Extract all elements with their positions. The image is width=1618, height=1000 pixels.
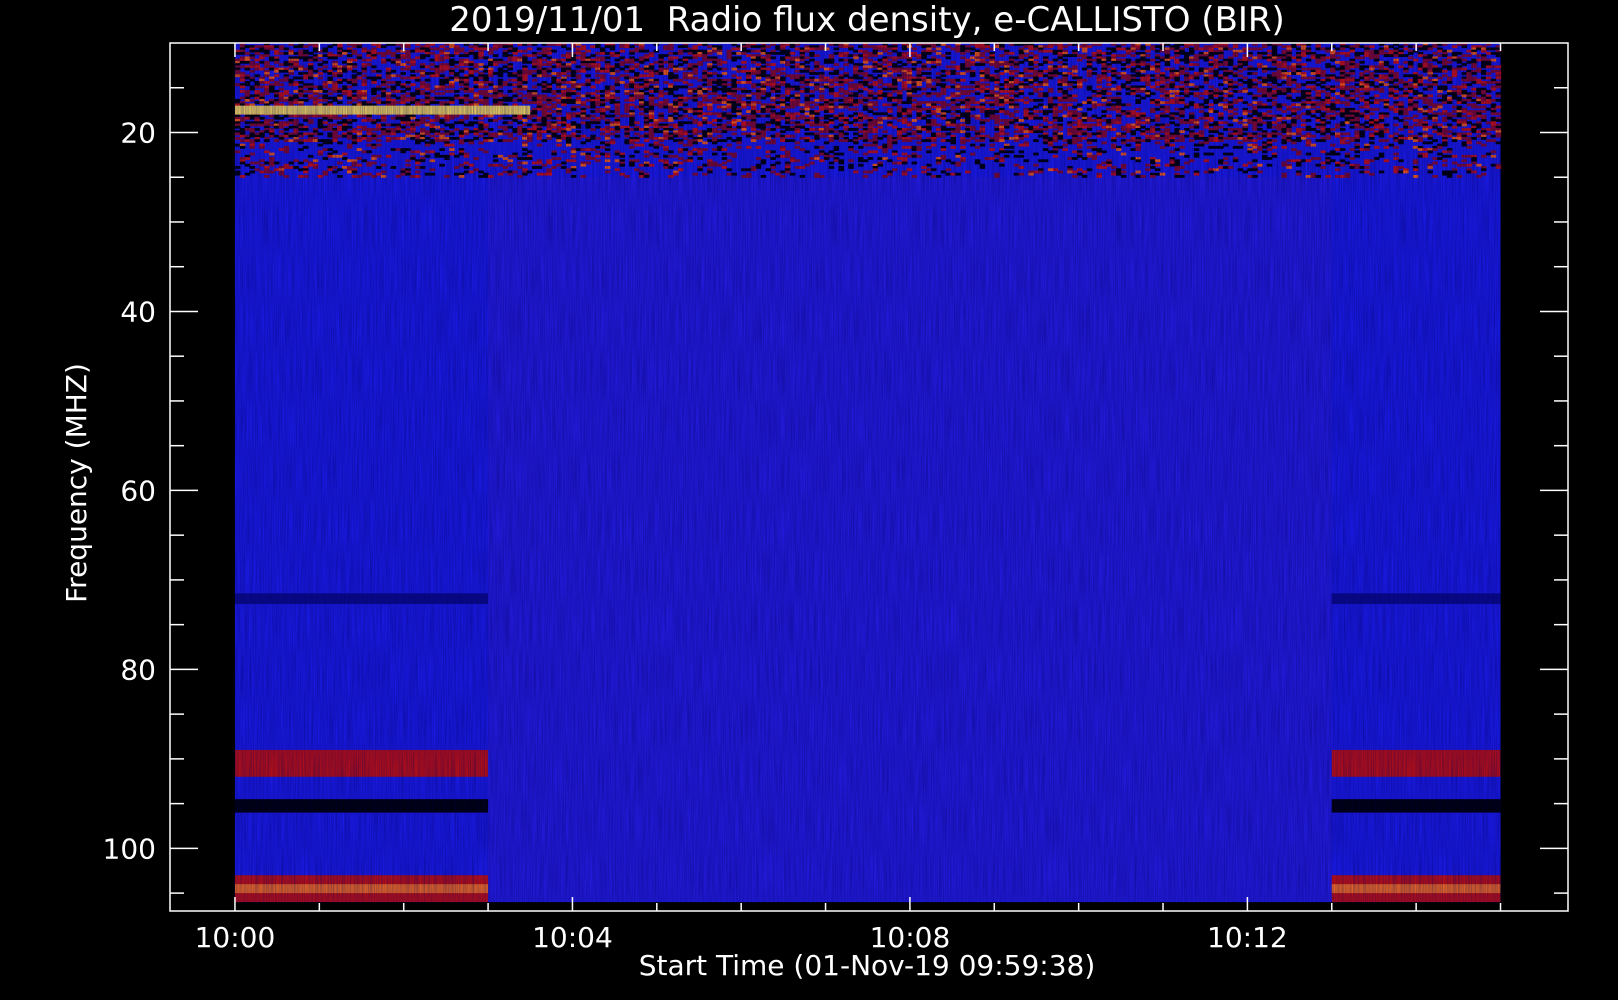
heatmap-layer <box>234 43 1502 903</box>
spectrogram-chart: 2019/11/01 Radio flux density, e-CALLIST… <box>60 0 1569 982</box>
chart-title: 2019/11/01 Radio flux density, e-CALLIST… <box>449 0 1285 40</box>
